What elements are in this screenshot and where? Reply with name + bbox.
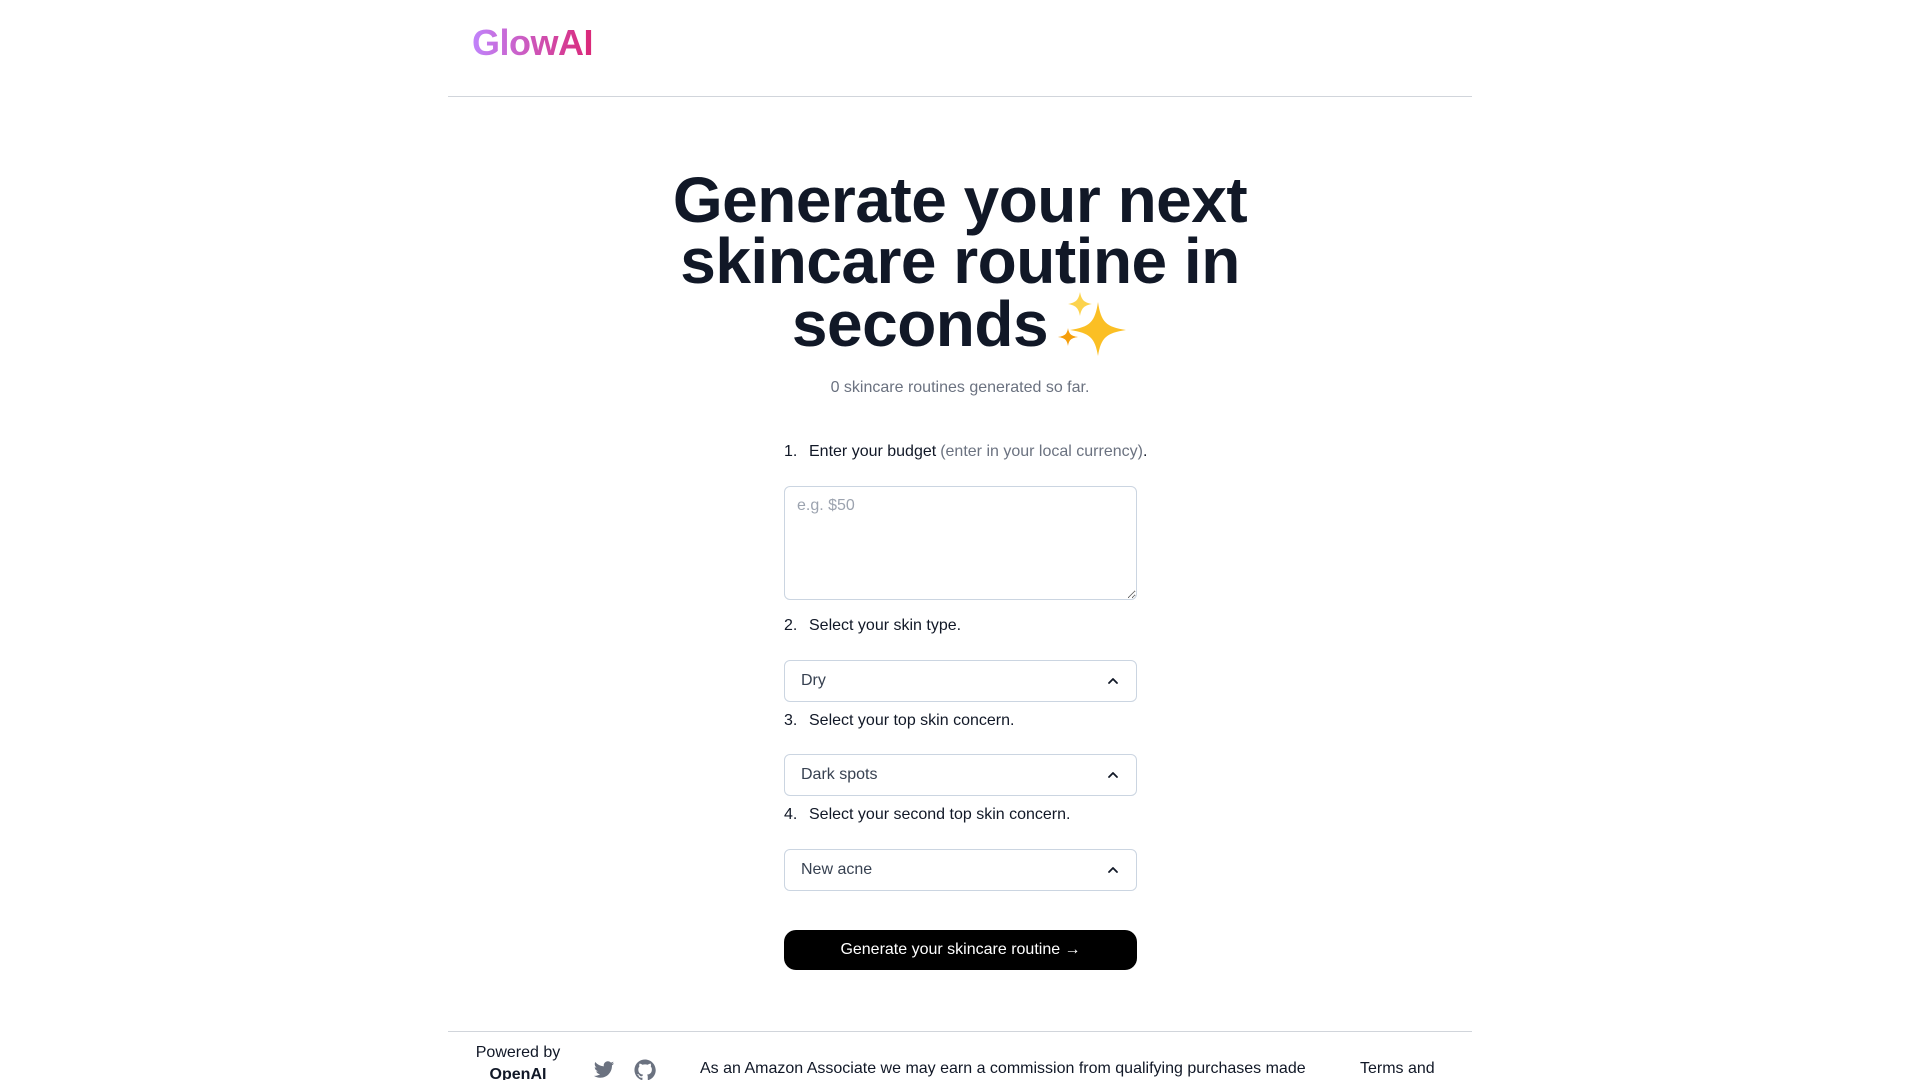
powered-by-label: Powered by (475, 1044, 561, 1061)
second-concern-select[interactable]: New acne (784, 849, 1137, 891)
top-concern-select[interactable]: Dark spots (784, 754, 1137, 796)
step-4-label: 4. Select your second top skin concern. (784, 806, 1164, 824)
budget-input[interactable] (784, 486, 1137, 600)
step-label: Enter your budget (809, 443, 937, 460)
twitter-icon[interactable] (593, 1059, 615, 1080)
title-line-3: seconds (791, 288, 1049, 360)
step-2-label: 2. Select your skin type. (784, 617, 1164, 635)
step-3-label: 3. Select your top skin concern. (784, 712, 1164, 730)
step-label: Select your top skin concern. (809, 712, 1015, 729)
chevron-up-icon (1108, 867, 1118, 873)
page: GlowAI Generate your next skincare routi… (0, 0, 1920, 1080)
chevron-up-icon (1108, 772, 1118, 778)
select-value: New acne (801, 861, 873, 878)
step-number: 3. (784, 712, 798, 729)
step-1-label: 1. Enter your budget (enter in your loca… (784, 443, 1164, 461)
site-header: GlowAI (448, 0, 1472, 97)
site-footer: Powered by OpenAI As an Amazon Associate… (448, 1031, 1472, 1080)
step-label: Select your skin type. (809, 617, 962, 634)
title-line-2: skincare routine in (680, 225, 1240, 297)
sparkles-icon (1056, 292, 1128, 356)
page-title: Generate your next skincare routine in s… (560, 168, 1360, 356)
logo[interactable]: GlowAI (472, 22, 594, 64)
step-hint: (enter in your local currency) (940, 443, 1143, 460)
skin-type-select[interactable]: Dry (784, 660, 1137, 702)
select-value: Dark spots (801, 766, 878, 783)
step-suffix: . (1142, 443, 1148, 460)
step-label: Select your second top skin concern. (809, 806, 1071, 823)
generate-routine-button[interactable]: Generate your skincare routine → (784, 930, 1137, 970)
step-number: 1. (784, 443, 798, 460)
openai-link[interactable]: OpenAI (468, 1064, 568, 1080)
github-icon[interactable] (634, 1059, 656, 1080)
step-number: 4. (784, 806, 798, 823)
select-value: Dry (801, 672, 826, 689)
powered-by: Powered by OpenAI (468, 1042, 568, 1080)
affiliate-disclaimer: As an Amazon Associate we may earn a com… (700, 1060, 1306, 1077)
step-number: 2. (784, 617, 798, 634)
chevron-up-icon (1108, 678, 1118, 684)
routines-counter: 0 skincare routines generated so far. (830, 379, 1090, 396)
terms-link[interactable]: Terms and (1360, 1060, 1435, 1078)
